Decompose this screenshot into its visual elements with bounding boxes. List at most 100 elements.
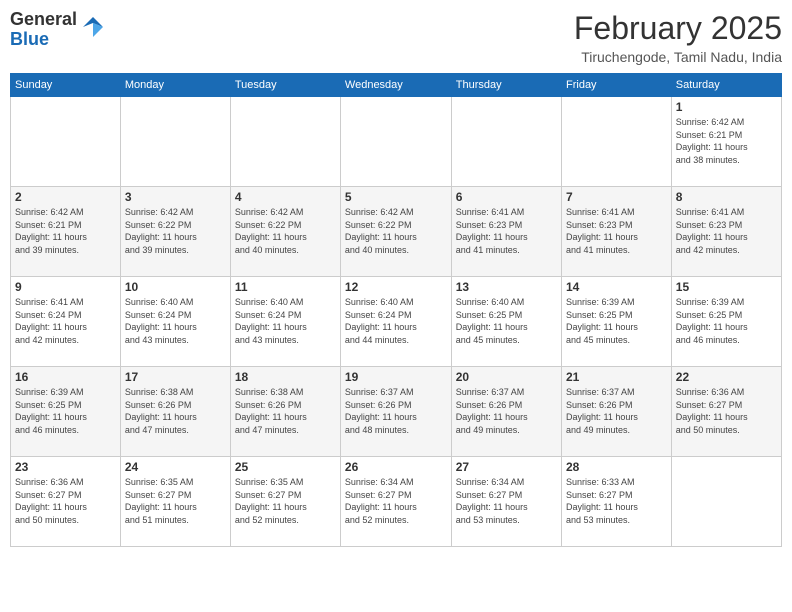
calendar-week-3: 16Sunrise: 6:39 AMSunset: 6:25 PMDayligh… — [11, 367, 782, 457]
calendar-header-tuesday: Tuesday — [230, 74, 340, 97]
calendar-cell: 3 Sunrise: 6:42 AMSunset: 6:22 PMDaylight… — [120, 187, 230, 277]
day-info: Sunrise: 6:37 AMSunset: 6:26 PMDaylight:… — [566, 386, 667, 436]
day-number: 27 — [456, 460, 557, 474]
calendar-cell: 28 Sunrise: 6:33 AMSunset: 6:27 PMDayligh… — [562, 457, 672, 547]
calendar-week-1: 2 Sunrise: 6:42 AMSunset: 6:21 PMDaylight… — [11, 187, 782, 277]
day-number: 12 — [345, 280, 447, 294]
day-info: Sunrise: 6:41 AMSunset: 6:24 PMDaylight:… — [15, 296, 116, 346]
calendar-cell: 12 Sunrise: 6:40 AMSunset: 6:24 PMDayligh… — [340, 277, 451, 367]
day-number: 15 — [676, 280, 777, 294]
day-info: Sunrise: 6:42 AMSunset: 6:21 PMDaylight:… — [15, 206, 116, 256]
day-info: Sunrise: 6:37 AMSunset: 6:26 PMDaylight:… — [345, 386, 447, 436]
day-number: 14 — [566, 280, 667, 294]
day-info: Sunrise: 6:38 AMSunset: 6:26 PMDaylight:… — [235, 386, 336, 436]
page: General Blue February 2025 Tiruchengode,… — [0, 0, 792, 612]
day-info: Sunrise: 6:37 AMSunset: 6:26 PMDaylight:… — [456, 386, 557, 436]
calendar-cell: 1 Sunrise: 6:42 AMSunset: 6:21 PMDaylight… — [671, 97, 781, 187]
day-info: Sunrise: 6:42 AMSunset: 6:22 PMDaylight:… — [235, 206, 336, 256]
day-number: 6 — [456, 190, 557, 204]
day-info: Sunrise: 6:41 AMSunset: 6:23 PMDaylight:… — [676, 206, 777, 256]
day-info: Sunrise: 6:40 AMSunset: 6:25 PMDaylight:… — [456, 296, 557, 346]
day-number: 19 — [345, 370, 447, 384]
calendar-cell: 21 Sunrise: 6:37 AMSunset: 6:26 PMDayligh… — [562, 367, 672, 457]
calendar-cell — [340, 97, 451, 187]
calendar-cell: 4 Sunrise: 6:42 AMSunset: 6:22 PMDaylight… — [230, 187, 340, 277]
calendar-cell: 8 Sunrise: 6:41 AMSunset: 6:23 PMDaylight… — [671, 187, 781, 277]
day-info: Sunrise: 6:36 AMSunset: 6:27 PMDaylight:… — [676, 386, 777, 436]
calendar-cell: 18 Sunrise: 6:38 AMSunset: 6:26 PMDayligh… — [230, 367, 340, 457]
day-number: 25 — [235, 460, 336, 474]
day-number: 16 — [15, 370, 116, 384]
day-info: Sunrise: 6:35 AMSunset: 6:27 PMDaylight:… — [235, 476, 336, 526]
day-info: Sunrise: 6:41 AMSunset: 6:23 PMDaylight:… — [566, 206, 667, 256]
calendar-cell: 9Sunrise: 6:41 AMSunset: 6:24 PMDaylight… — [11, 277, 121, 367]
day-info: Sunrise: 6:38 AMSunset: 6:26 PMDaylight:… — [125, 386, 226, 436]
calendar-header-sunday: Sunday — [11, 74, 121, 97]
calendar-cell: 22 Sunrise: 6:36 AMSunset: 6:27 PMDayligh… — [671, 367, 781, 457]
month-title: February 2025 — [574, 10, 782, 47]
day-number: 4 — [235, 190, 336, 204]
calendar-cell — [11, 97, 121, 187]
day-info: Sunrise: 6:34 AMSunset: 6:27 PMDaylight:… — [345, 476, 447, 526]
day-number: 24 — [125, 460, 226, 474]
calendar-header-thursday: Thursday — [451, 74, 561, 97]
day-number: 11 — [235, 280, 336, 294]
calendar-header-row: SundayMondayTuesdayWednesdayThursdayFrid… — [11, 74, 782, 97]
calendar-cell: 7Sunrise: 6:41 AMSunset: 6:23 PMDaylight… — [562, 187, 672, 277]
header: General Blue February 2025 Tiruchengode,… — [10, 10, 782, 65]
day-info: Sunrise: 6:42 AMSunset: 6:22 PMDaylight:… — [125, 206, 226, 256]
calendar-cell: 25 Sunrise: 6:35 AMSunset: 6:27 PMDayligh… — [230, 457, 340, 547]
calendar-week-4: 23 Sunrise: 6:36 AMSunset: 6:27 PMDayligh… — [11, 457, 782, 547]
day-info: Sunrise: 6:42 AMSunset: 6:22 PMDaylight:… — [345, 206, 447, 256]
day-number: 5 — [345, 190, 447, 204]
day-number: 26 — [345, 460, 447, 474]
calendar-cell — [562, 97, 672, 187]
calendar-cell: 17 Sunrise: 6:38 AMSunset: 6:26 PMDayligh… — [120, 367, 230, 457]
calendar-cell: 13 Sunrise: 6:40 AMSunset: 6:25 PMDayligh… — [451, 277, 561, 367]
calendar-cell: 24 Sunrise: 6:35 AMSunset: 6:27 PMDayligh… — [120, 457, 230, 547]
calendar-cell: 19 Sunrise: 6:37 AMSunset: 6:26 PMDayligh… — [340, 367, 451, 457]
day-info: Sunrise: 6:39 AMSunset: 6:25 PMDaylight:… — [676, 296, 777, 346]
day-info: Sunrise: 6:39 AMSunset: 6:25 PMDaylight:… — [566, 296, 667, 346]
calendar-cell: 26 Sunrise: 6:34 AMSunset: 6:27 PMDayligh… — [340, 457, 451, 547]
day-number: 22 — [676, 370, 777, 384]
calendar-cell — [451, 97, 561, 187]
calendar-cell: 11 Sunrise: 6:40 AMSunset: 6:24 PMDayligh… — [230, 277, 340, 367]
day-number: 10 — [125, 280, 226, 294]
calendar-cell: 16Sunrise: 6:39 AMSunset: 6:25 PMDayligh… — [11, 367, 121, 457]
calendar-cell: 5 Sunrise: 6:42 AMSunset: 6:22 PMDaylight… — [340, 187, 451, 277]
day-info: Sunrise: 6:40 AMSunset: 6:24 PMDaylight:… — [235, 296, 336, 346]
day-info: Sunrise: 6:40 AMSunset: 6:24 PMDaylight:… — [345, 296, 447, 346]
calendar-cell: 23 Sunrise: 6:36 AMSunset: 6:27 PMDayligh… — [11, 457, 121, 547]
day-number: 13 — [456, 280, 557, 294]
calendar-cell — [671, 457, 781, 547]
day-info: Sunrise: 6:36 AMSunset: 6:27 PMDaylight:… — [15, 476, 116, 526]
calendar-cell: 6Sunrise: 6:41 AMSunset: 6:23 PMDaylight… — [451, 187, 561, 277]
day-number: 2 — [15, 190, 116, 204]
day-info: Sunrise: 6:34 AMSunset: 6:27 PMDaylight:… — [456, 476, 557, 526]
day-info: Sunrise: 6:42 AMSunset: 6:21 PMDaylight:… — [676, 116, 777, 166]
day-number: 1 — [676, 100, 777, 114]
calendar-cell: 10 Sunrise: 6:40 AMSunset: 6:24 PMDayligh… — [120, 277, 230, 367]
day-number: 20 — [456, 370, 557, 384]
day-info: Sunrise: 6:40 AMSunset: 6:24 PMDaylight:… — [125, 296, 226, 346]
calendar-cell — [230, 97, 340, 187]
day-number: 23 — [15, 460, 116, 474]
day-info: Sunrise: 6:35 AMSunset: 6:27 PMDaylight:… — [125, 476, 226, 526]
calendar-cell: 14 Sunrise: 6:39 AMSunset: 6:25 PMDayligh… — [562, 277, 672, 367]
day-number: 21 — [566, 370, 667, 384]
calendar-header-monday: Monday — [120, 74, 230, 97]
location: Tiruchengode, Tamil Nadu, India — [574, 49, 782, 65]
calendar-cell — [120, 97, 230, 187]
day-number: 3 — [125, 190, 226, 204]
day-number: 18 — [235, 370, 336, 384]
day-number: 28 — [566, 460, 667, 474]
calendar-header-wednesday: Wednesday — [340, 74, 451, 97]
calendar-header-saturday: Saturday — [671, 74, 781, 97]
calendar-header-friday: Friday — [562, 74, 672, 97]
day-number: 8 — [676, 190, 777, 204]
day-info: Sunrise: 6:33 AMSunset: 6:27 PMDaylight:… — [566, 476, 667, 526]
calendar-week-2: 9Sunrise: 6:41 AMSunset: 6:24 PMDaylight… — [11, 277, 782, 367]
logo-icon — [79, 13, 107, 41]
day-number: 17 — [125, 370, 226, 384]
